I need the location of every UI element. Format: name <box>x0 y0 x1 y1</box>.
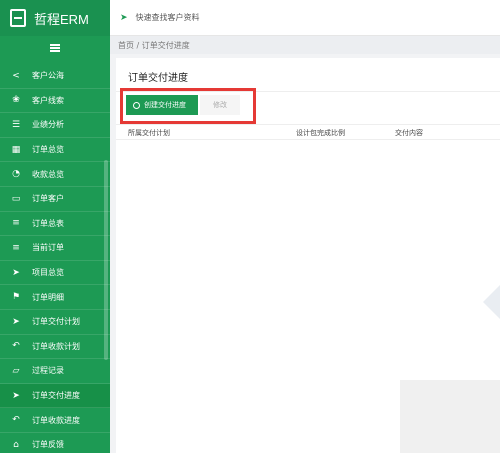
sidebar-item[interactable]: ⌂ 订单反馈 <box>0 433 110 453</box>
send-icon: ➤ <box>12 390 20 401</box>
sidebar-item-label: 当前订单 <box>32 243 64 253</box>
watermark-area <box>400 380 500 453</box>
sidebar-menu: < 客户公海 ❀ 客户线索 ☰ 业绩分析 ▦ 订单总览 ◔ 收款总览 ▭ 订单客户 ≡ 订单总表 ≡ 当前订单… <box>0 64 110 453</box>
column-header-ratio[interactable]: 设计包完成比例 <box>296 128 345 138</box>
sidebar-item[interactable]: ↶ 订单收款进度 <box>0 408 110 433</box>
sidebar-scrollbar[interactable] <box>104 160 108 360</box>
lightbulb-icon: ❀ <box>12 95 20 106</box>
sidebar-item-label: 项目总览 <box>32 268 64 278</box>
sidebar-item[interactable]: ↶ 订单收款计划 <box>0 335 110 360</box>
edit-button[interactable]: 修改 <box>200 95 240 115</box>
sidebar-item-label: 订单交付计划 <box>32 317 80 327</box>
sidebar-item-label: 订单反馈 <box>32 440 64 450</box>
sidebar-item[interactable]: ❀ 客户线索 <box>0 89 110 114</box>
reply-icon: ↶ <box>12 341 20 352</box>
quick-search-link[interactable]: 快速查找客户资料 <box>136 12 200 23</box>
bell-icon: ⌂ <box>13 439 19 450</box>
sidebar-item[interactable]: ▭ 订单客户 <box>0 187 110 212</box>
rss-icon: ◔ <box>12 169 20 180</box>
share-icon: < <box>12 70 20 81</box>
create-button-label: 创建交付进度 <box>144 101 186 109</box>
sidebar-item-label: 订单总表 <box>32 218 64 228</box>
sidebar-item-label: 订单交付进度 <box>32 391 80 401</box>
breadcrumb: 首页 / 订单交付进度 <box>110 36 500 54</box>
menu-icon: ≡ <box>12 242 20 253</box>
sidebar-item[interactable]: ▱ 过程记录 <box>0 359 110 384</box>
send-icon: ➤ <box>12 267 20 278</box>
sidebar-item-label: 订单收款进度 <box>32 415 80 425</box>
table-header: 所属交付计划 设计包完成比例 交付内容 <box>116 124 500 140</box>
plus-circle-icon <box>133 101 140 109</box>
server-icon: ≡ <box>12 218 20 229</box>
column-header-plan[interactable]: 所属交付计划 <box>128 128 170 138</box>
sidebar-item-label: 业绩分析 <box>32 120 64 130</box>
brand-name: 哲程ERM <box>34 11 89 27</box>
sidebar-item-label: 客户线索 <box>32 95 64 105</box>
sidebar-item-label: 订单收款计划 <box>32 341 80 351</box>
folder-icon: ▱ <box>12 365 20 376</box>
sidebar-item-label: 订单明细 <box>32 292 64 302</box>
sidebar-item-label: 订单客户 <box>32 194 64 204</box>
sidebar-item[interactable]: ≡ 订单总表 <box>0 212 110 237</box>
brand-logo-icon <box>10 9 26 27</box>
brand[interactable]: 哲程ERM <box>0 0 110 36</box>
grid-icon: ▦ <box>11 144 21 155</box>
sidebar-item[interactable]: ➤ 订单交付计划 <box>0 310 110 335</box>
sidebar: 哲程ERM < 客户公海 ❀ 客户线索 ☰ 业绩分析 ▦ 订单总览 ◔ 收款总览 ▭ 订单客户 ≡ 订单总… <box>0 0 110 453</box>
sidebar-item-label: 收款总览 <box>32 169 64 179</box>
sidebar-item[interactable]: < 客户公海 <box>0 64 110 89</box>
sidebar-item[interactable]: ➤ 项目总览 <box>0 261 110 286</box>
sidebar-item[interactable]: ➤ 订单交付进度 <box>0 383 110 409</box>
send-icon: ➤ <box>120 12 128 23</box>
page-title: 订单交付进度 <box>128 73 188 84</box>
reply-icon: ↶ <box>12 415 20 426</box>
sidebar-item-label: 订单总览 <box>32 145 64 155</box>
sidebar-item[interactable]: ☰ 业绩分析 <box>0 113 110 138</box>
monitor-icon: ▭ <box>11 193 21 204</box>
sidebar-item[interactable]: ▦ 订单总览 <box>0 138 110 163</box>
collapse-sidebar-button[interactable] <box>0 36 110 60</box>
list-icon: ☰ <box>11 119 21 130</box>
create-delivery-progress-button[interactable]: 创建交付进度 <box>126 95 198 115</box>
sidebar-item[interactable]: ⚑ 订单明细 <box>0 285 110 310</box>
send-icon: ➤ <box>12 316 20 327</box>
sidebar-item-label: 过程记录 <box>32 366 64 376</box>
sidebar-item[interactable]: ◔ 收款总览 <box>0 162 110 187</box>
sidebar-item[interactable]: ≡ 当前订单 <box>0 236 110 261</box>
column-header-content[interactable]: 交付内容 <box>395 128 423 138</box>
flag-icon: ⚑ <box>11 292 21 303</box>
menu-toggle-icon <box>50 44 60 52</box>
top-bar: ➤ 快速查找客户资料 <box>110 0 500 36</box>
sidebar-item-label: 客户公海 <box>32 71 64 81</box>
